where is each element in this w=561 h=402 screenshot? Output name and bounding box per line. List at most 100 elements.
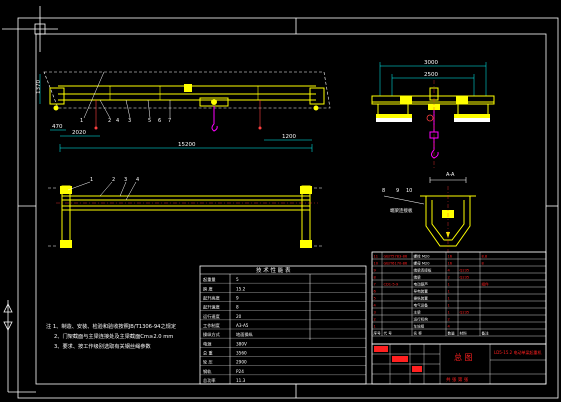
parts-cell: 8 bbox=[482, 262, 485, 266]
spec-row-value: 3560 bbox=[236, 351, 247, 356]
end-view: 3000 2500 bbox=[371, 60, 495, 170]
parts-cell: 运行机构 bbox=[414, 317, 429, 322]
parts-cell: 电动葫芦 bbox=[414, 282, 429, 287]
ucs-axis-icon bbox=[3, 300, 36, 393]
spec-row-label: 总功率 bbox=[203, 377, 216, 384]
parts-cell: 16 bbox=[448, 262, 453, 266]
parts-cell: 4 bbox=[448, 325, 451, 329]
parts-cell: 16 bbox=[448, 255, 453, 259]
spec-row-label: 起重量 bbox=[203, 276, 216, 283]
elevation-callout: 1 bbox=[80, 118, 83, 124]
parts-cell: CD1-5-9 bbox=[384, 283, 399, 287]
section-view: A-A 8 9 10 端梁连接板 bbox=[382, 172, 476, 254]
section-note: 端梁连接板 bbox=[390, 207, 413, 214]
parts-cell: 2 bbox=[374, 318, 376, 322]
parts-cell: 2 bbox=[448, 318, 450, 322]
parts-cell: 10 bbox=[374, 262, 379, 266]
parts-cell: 8.8 bbox=[482, 255, 488, 259]
parts-cell: 端梁连接板 bbox=[414, 268, 432, 273]
spec-row-value: 2900 bbox=[236, 360, 247, 365]
elevation-view: 1 2 3 4 5 6 7 15200 2020 1200 470 1370 bbox=[36, 71, 331, 152]
parts-cell: 8 bbox=[374, 276, 377, 280]
hoist-block bbox=[184, 84, 229, 132]
section-callout: 9 bbox=[396, 188, 399, 194]
sheet-number: 共 张 第 张 bbox=[446, 376, 469, 383]
parts-cell: 4 bbox=[448, 269, 451, 273]
spec-row-label: 工作制度 bbox=[203, 322, 221, 329]
spec-table: 技 术 性 能 表 起重量 5 跨 度 15.2 起升高度 9 起升速度 8 运行速度 20 工作制… bbox=[199, 265, 367, 385]
parts-cell: 导电装置 bbox=[414, 289, 429, 294]
elevation-callout: 6 bbox=[158, 118, 161, 124]
parts-header-cell: 代 号 bbox=[384, 331, 393, 336]
parts-cell: 6 bbox=[374, 290, 377, 294]
spec-row-value: 9 bbox=[236, 296, 239, 301]
parts-cell: 1 bbox=[374, 325, 376, 329]
spec-row-value: 15.2 bbox=[236, 286, 246, 291]
parts-cell: 1 bbox=[448, 283, 450, 287]
elevation-callout: 4 bbox=[116, 118, 119, 124]
elevation-callout: 3 bbox=[128, 118, 131, 124]
parts-cell: 4 bbox=[374, 304, 377, 308]
plan-callout: 2 bbox=[112, 177, 115, 183]
parts-cell: 主梁 bbox=[414, 310, 422, 315]
parts-cell: 2 bbox=[448, 276, 450, 280]
spec-row-value: 8 bbox=[236, 305, 239, 310]
note-line-2: 2、门架截面与主梁连接处及主梁截面Cm≥2.0 mm bbox=[54, 332, 173, 340]
spec-row-label: 操纵方式 bbox=[203, 331, 221, 338]
parts-cell: 操纵装置 bbox=[414, 296, 429, 301]
parts-cell: Q235 bbox=[460, 276, 470, 280]
spec-row-value: 地面操纵 bbox=[236, 331, 254, 338]
spec-row-value: P24 bbox=[236, 369, 244, 374]
spec-row-value: 5 bbox=[236, 277, 239, 282]
parts-cell: Q235 bbox=[460, 269, 470, 273]
plan-callout: 3 bbox=[124, 177, 127, 183]
spec-row-label: 钢轨 bbox=[203, 368, 212, 375]
parts-cell: Q235 bbox=[460, 311, 470, 315]
elevation-callout: 2 bbox=[108, 118, 111, 124]
parts-header-cell: 数量 bbox=[448, 331, 456, 336]
spec-row-value: 20 bbox=[236, 314, 242, 319]
spec-row-label: 电源 bbox=[203, 340, 212, 347]
technical-notes: 注 1、制造、安装、检验和验收按照JB/T1306-94之规定 2、门架截面与主… bbox=[46, 322, 176, 350]
parts-cell: 1 bbox=[448, 290, 450, 294]
sheet-frame bbox=[17, 17, 559, 399]
spec-row-label: 起升速度 bbox=[203, 304, 221, 311]
note-line-1: 注 1、制造、安装、检验和验收按照JB/T1306-94之规定 bbox=[46, 322, 176, 330]
parts-cell: 1 bbox=[448, 304, 450, 308]
spec-row-label: 跨 度 bbox=[203, 285, 214, 292]
parts-cell: 车轮组 bbox=[414, 324, 425, 329]
parts-header-cell: 序号 bbox=[374, 331, 382, 336]
parts-header-cell: 材料 bbox=[460, 331, 468, 336]
dim-inner: 2500 bbox=[424, 72, 438, 78]
parts-cell: 组件 bbox=[482, 282, 490, 287]
parts-header-cell: 备注 bbox=[482, 331, 490, 336]
crane-drawing: 1 2 3 4 5 6 7 15200 2020 1200 470 1370 3… bbox=[2, 6, 559, 399]
elevation-callout: 7 bbox=[168, 118, 171, 124]
parts-cell: 螺栓 M20 bbox=[414, 254, 431, 259]
dim-height: 1370 bbox=[36, 80, 42, 94]
dim-total: 15200 bbox=[178, 142, 196, 148]
parts-cell: 3 bbox=[374, 311, 376, 315]
dim-left-end: 2020 bbox=[72, 130, 86, 136]
dim-left-small: 470 bbox=[52, 124, 63, 130]
spec-row-label: 起升高度 bbox=[203, 295, 221, 302]
spec-row-label: 运行速度 bbox=[203, 313, 221, 320]
note-line-3: 3、要求、按工作级别选取有关钢丝绳参数 bbox=[54, 342, 151, 350]
parts-cell: 11 bbox=[374, 255, 379, 259]
parts-header-cell: 名 称 bbox=[414, 331, 423, 336]
parts-cell: GB/T6170-86 bbox=[384, 262, 408, 266]
spec-row-value: 11.3 bbox=[236, 378, 246, 383]
parts-cell: 端梁 bbox=[414, 275, 422, 280]
parts-cell: 1 bbox=[448, 297, 450, 301]
spec-table-title: 技 术 性 能 表 bbox=[256, 266, 291, 274]
elevation-callout: 5 bbox=[148, 118, 151, 124]
plan-callout: 1 bbox=[90, 177, 93, 183]
drawing-subtitle: LD5-15.2 电动单梁起重机 bbox=[494, 349, 541, 355]
drawing-title: 总 图 bbox=[454, 352, 473, 362]
section-callout: 10 bbox=[406, 188, 412, 194]
parts-cell: 7 bbox=[374, 283, 376, 287]
parts-cell: 5 bbox=[374, 297, 376, 301]
dim-right-end: 1200 bbox=[282, 134, 296, 140]
spec-row-value: 380V bbox=[236, 341, 247, 346]
section-label: A-A bbox=[446, 172, 455, 178]
